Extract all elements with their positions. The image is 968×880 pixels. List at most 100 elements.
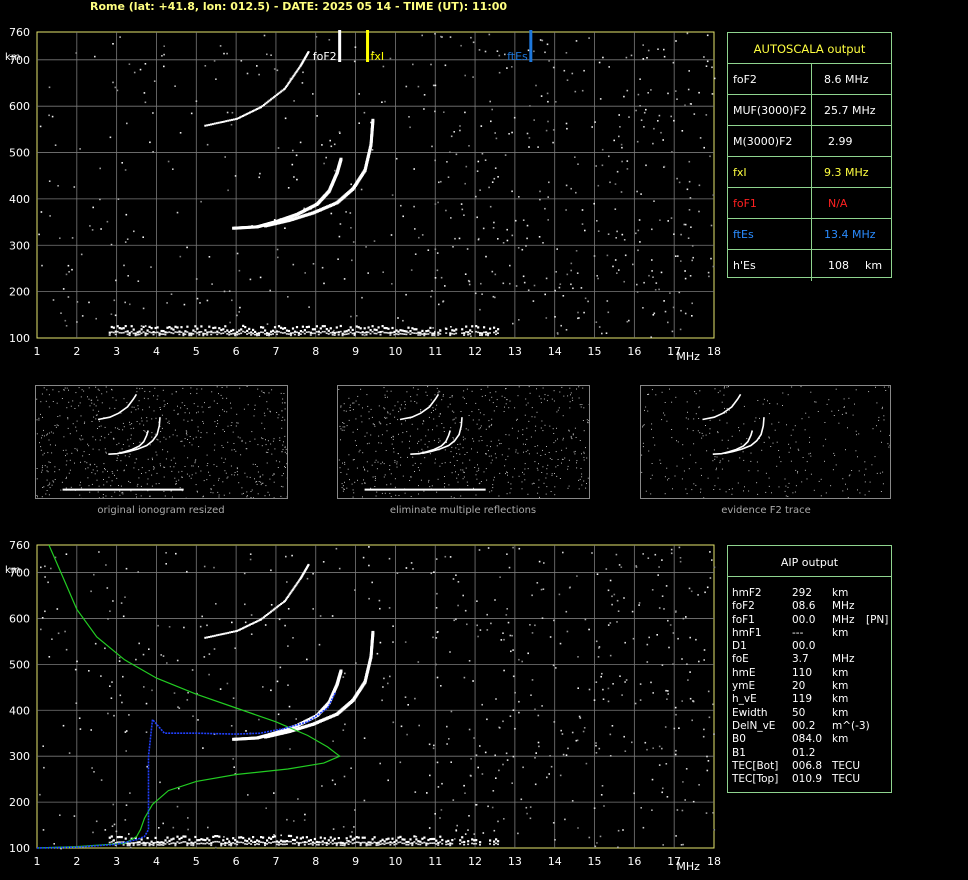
noise-dot bbox=[206, 299, 209, 302]
thumb-dot bbox=[491, 423, 493, 425]
noise-dot bbox=[388, 557, 391, 560]
thumb-dot bbox=[400, 409, 401, 411]
es-layer-point bbox=[377, 331, 380, 334]
thumb-dot bbox=[80, 487, 82, 489]
thumb-dot bbox=[848, 475, 850, 477]
noise-dot bbox=[498, 727, 501, 729]
noise-dot bbox=[594, 121, 596, 123]
thumbnail-f2-trace-caption: evidence F2 trace bbox=[721, 505, 811, 516]
thumb-dot bbox=[771, 492, 772, 494]
thumb-dot bbox=[569, 407, 571, 409]
thumb-dot bbox=[137, 405, 139, 407]
es-layer-point bbox=[210, 333, 213, 336]
noise-dot bbox=[626, 320, 629, 323]
es-layer-point bbox=[361, 836, 364, 839]
es-layer-point bbox=[403, 333, 406, 335]
f2-second-hop-trace-point bbox=[223, 632, 226, 635]
thumb-dot bbox=[68, 472, 70, 474]
noise-dot bbox=[666, 698, 668, 700]
thumb-dot bbox=[195, 472, 197, 474]
es-layer-point bbox=[319, 841, 322, 844]
noise-dot bbox=[657, 120, 659, 122]
es-layer-point bbox=[236, 331, 239, 334]
thumb-dot bbox=[83, 451, 85, 453]
thumb-dot bbox=[465, 467, 467, 469]
noise-dot bbox=[643, 126, 645, 128]
thumb-dot bbox=[405, 420, 406, 422]
thumb-dot bbox=[41, 471, 43, 473]
es-layer-point bbox=[487, 334, 489, 337]
es-layer-point bbox=[148, 331, 151, 333]
es-layer-point bbox=[497, 332, 499, 334]
thumb-dot bbox=[81, 389, 83, 391]
thumb-dot bbox=[246, 386, 248, 387]
noise-dot bbox=[708, 716, 711, 719]
noise-dot bbox=[264, 624, 267, 626]
es-layer-point bbox=[140, 332, 143, 335]
es-layer-point bbox=[417, 843, 420, 846]
noise-dot bbox=[713, 566, 716, 569]
noise-dot bbox=[124, 301, 126, 304]
noise-dot bbox=[291, 163, 294, 166]
noise-dot bbox=[491, 181, 494, 183]
thumb-dot bbox=[585, 487, 587, 489]
thumb-dot bbox=[189, 442, 191, 444]
thumb-dot bbox=[104, 448, 106, 450]
es-layer-point bbox=[475, 330, 478, 333]
thumb-dot bbox=[106, 481, 108, 483]
profile-green-line bbox=[36, 544, 341, 849]
thumb-dot bbox=[412, 464, 414, 466]
noise-dot bbox=[584, 229, 586, 232]
es-layer-point bbox=[353, 842, 356, 844]
thumb-dot bbox=[374, 424, 375, 426]
thumb-dot bbox=[249, 476, 251, 478]
thumb-dot bbox=[186, 431, 188, 433]
thumb-dot bbox=[517, 452, 519, 454]
noise-dot bbox=[114, 86, 117, 89]
es-layer-point bbox=[297, 842, 300, 845]
es-layer-point bbox=[186, 844, 189, 847]
noise-dot bbox=[308, 306, 310, 308]
thumb-dot bbox=[149, 391, 151, 393]
thumb-dot bbox=[218, 477, 220, 479]
es-layer-point bbox=[367, 841, 370, 844]
noise-dot bbox=[112, 43, 114, 45]
noise-dot bbox=[277, 256, 279, 259]
thumb-dot bbox=[828, 399, 830, 401]
thumb-dot bbox=[52, 432, 54, 434]
noise-dot bbox=[378, 599, 381, 602]
thumb-dot bbox=[84, 461, 86, 463]
thumb-dot bbox=[576, 460, 578, 462]
noise-dot bbox=[634, 702, 637, 705]
thumb-dot bbox=[174, 477, 176, 479]
noise-dot bbox=[249, 278, 252, 281]
noise-dot bbox=[618, 564, 621, 566]
es-layer-point bbox=[230, 842, 233, 845]
noise-dot bbox=[152, 112, 154, 114]
noise-dot bbox=[617, 610, 620, 612]
thumb-dot bbox=[418, 440, 420, 442]
es-layer-point bbox=[425, 333, 428, 335]
thumb-dot bbox=[56, 424, 58, 426]
thumb-dot bbox=[554, 486, 556, 488]
thumb-dot bbox=[136, 421, 138, 422]
noise-dot bbox=[646, 643, 649, 646]
thumb-dot bbox=[695, 393, 697, 395]
thumb-dot bbox=[452, 437, 454, 439]
thumb-dot bbox=[462, 478, 464, 480]
f2-second-hop-trace-point bbox=[231, 118, 233, 121]
thumb-dot bbox=[42, 454, 44, 456]
es-layer-point bbox=[365, 334, 368, 336]
es-layer-point bbox=[389, 841, 392, 844]
thumb-dot bbox=[208, 471, 209, 473]
autoscala-row-label: h'Es bbox=[733, 259, 756, 272]
es-layer-point bbox=[299, 837, 302, 840]
thumb-dot bbox=[56, 402, 58, 404]
noise-dot bbox=[484, 50, 487, 53]
noise-dot bbox=[630, 54, 633, 57]
thumb-dot bbox=[169, 436, 171, 438]
es-layer-point bbox=[349, 835, 352, 838]
noise-dot bbox=[258, 176, 260, 179]
thumb-dot bbox=[281, 402, 283, 404]
thumb-dot bbox=[367, 470, 369, 472]
